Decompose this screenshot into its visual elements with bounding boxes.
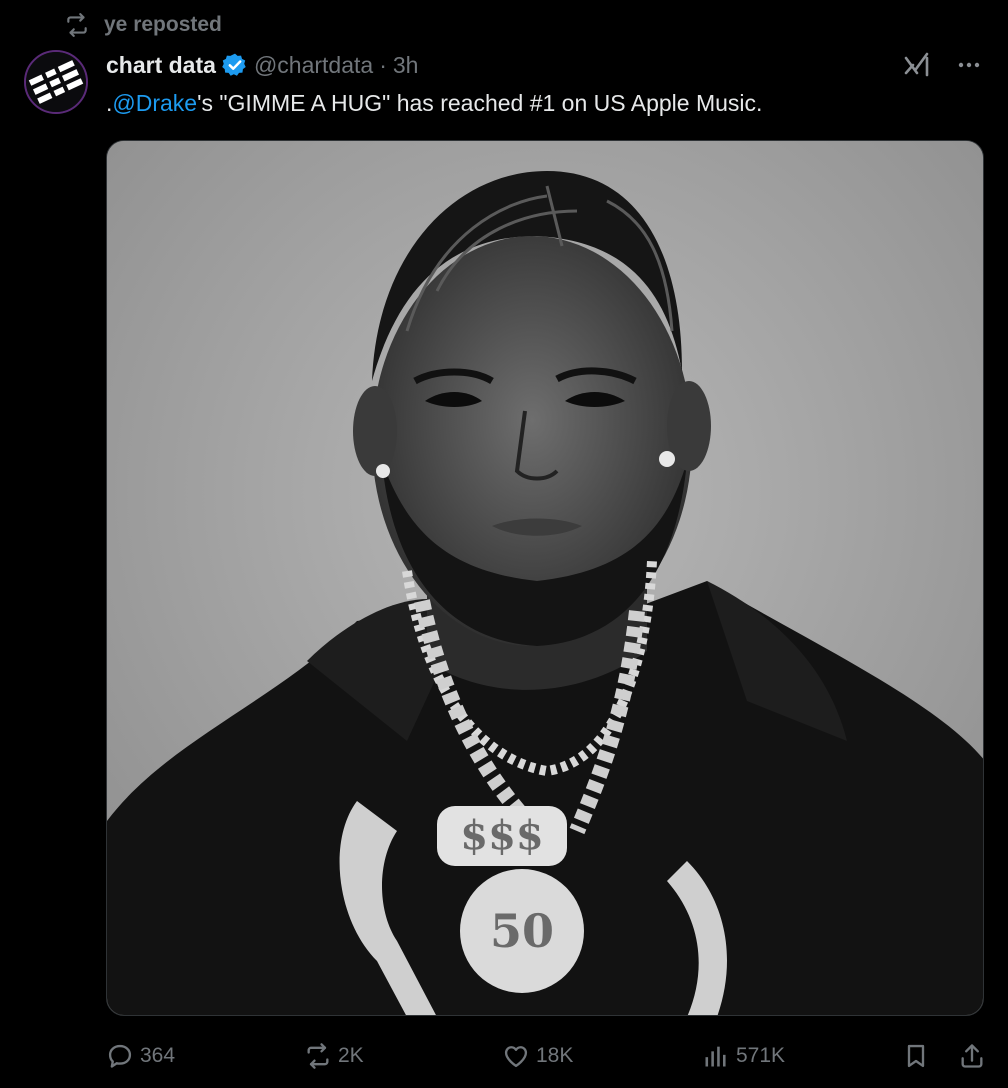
reply-button[interactable]: 364 <box>106 1034 175 1078</box>
views-button[interactable]: 571K <box>702 1034 785 1078</box>
repost-button[interactable]: 2K <box>304 1034 364 1078</box>
repost-count: 2K <box>338 1044 364 1067</box>
repost-icon <box>64 12 90 38</box>
bookmark-icon <box>902 1042 930 1070</box>
grok-icon[interactable] <box>902 50 932 80</box>
post-text: .@Drake's "GIMME A HUG" has reached #1 o… <box>106 86 762 120</box>
reply-icon <box>106 1042 134 1070</box>
repost-label: ye reposted <box>104 13 222 36</box>
post-header: chart data @chartdata · 3h <box>106 48 418 82</box>
svg-text:50: 50 <box>490 904 554 958</box>
post-timestamp[interactable]: 3h <box>393 52 419 79</box>
separator-dot: · <box>379 51 387 78</box>
like-count: 18K <box>536 1044 574 1067</box>
repost-indicator[interactable]: ye reposted <box>64 10 222 40</box>
bookmark-button[interactable] <box>902 1034 936 1078</box>
author-handle[interactable]: @chartdata <box>254 52 373 79</box>
share-icon <box>958 1042 986 1070</box>
avatar[interactable] <box>24 50 88 114</box>
like-button[interactable]: 18K <box>502 1034 573 1078</box>
views-count: 571K <box>736 1044 786 1067</box>
reply-count: 364 <box>140 1044 176 1067</box>
post-media-image[interactable]: $$$ 50 <box>106 140 984 1016</box>
repost-icon <box>304 1042 332 1070</box>
more-options-icon[interactable] <box>954 50 984 80</box>
mention-link[interactable]: @Drake <box>112 90 197 116</box>
author-name[interactable]: chart data <box>106 52 216 79</box>
post-text-body: 's "GIMME A HUG" has reached #1 on US Ap… <box>197 90 763 116</box>
share-button[interactable] <box>958 1034 992 1078</box>
heart-icon <box>502 1042 530 1070</box>
portrait-illustration: $$$ 50 <box>107 141 983 1015</box>
post-actions: 364 2K 18K 571K <box>106 1034 988 1078</box>
verified-badge-icon <box>222 52 248 78</box>
chartdata-logo <box>26 52 86 112</box>
views-chart-icon <box>702 1042 730 1070</box>
svg-text:$$$: $$$ <box>460 812 544 859</box>
